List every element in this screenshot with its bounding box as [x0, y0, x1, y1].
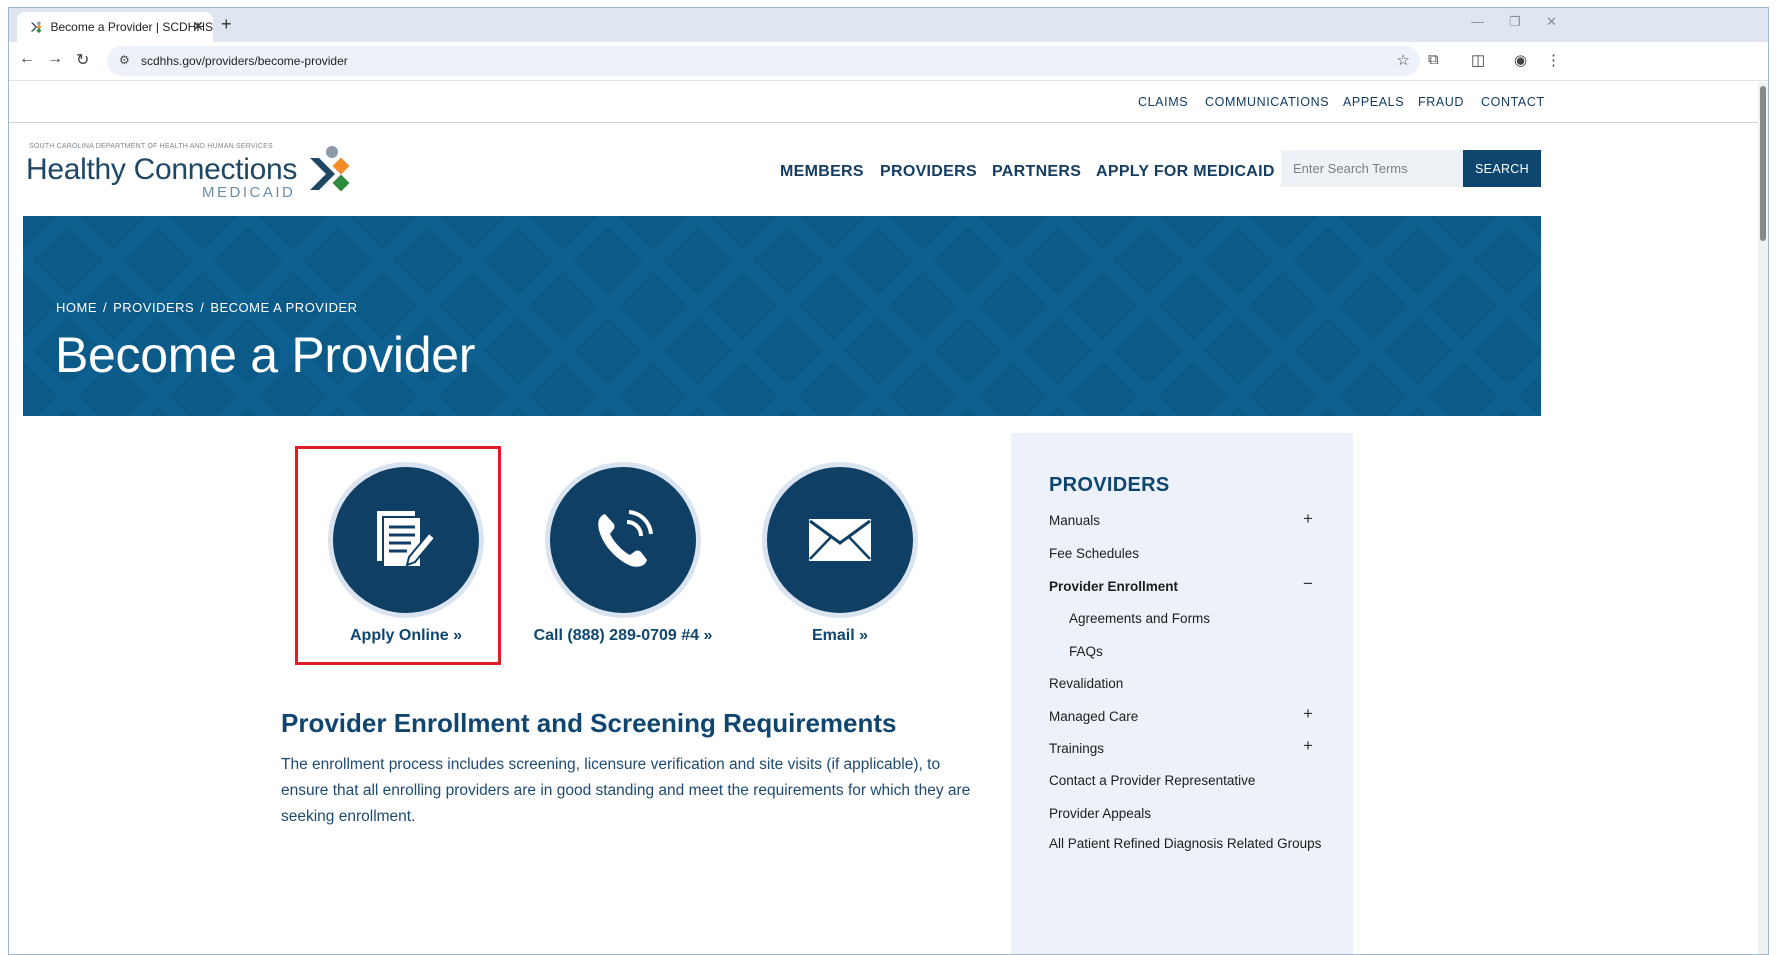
breadcrumb-current: BECOME A PROVIDER [210, 300, 358, 315]
breadcrumb-separator: / [200, 300, 205, 315]
breadcrumb-home[interactable]: HOME [56, 300, 97, 315]
forward-icon[interactable]: → [47, 50, 63, 68]
favicon-icon [30, 21, 42, 34]
tab-title: Become a Provider | SCDHHS [50, 20, 213, 34]
browser-tab[interactable]: Become a Provider | SCDHHS ✕ [17, 12, 213, 42]
utility-nav: CLAIMS COMMUNICATIONS APPEALS FRAUD CONT… [9, 82, 1759, 123]
expand-icon[interactable]: + [1303, 736, 1313, 756]
close-window-icon[interactable]: ✕ [1546, 14, 1557, 30]
page-scrollbar[interactable] [1758, 82, 1768, 954]
site-logo[interactable]: SOUTH CAROLINA DEPARTMENT OF HEALTH AND … [26, 140, 350, 201]
page-title: Become a Provider [55, 327, 476, 383]
logo-medicaid: MEDICAID [202, 184, 296, 201]
envelope-icon [809, 519, 871, 561]
bookmark-star-icon[interactable]: ☆ [1397, 51, 1410, 69]
sidebar-item-provider-appeals[interactable]: Provider Appeals [1049, 806, 1319, 821]
call-action[interactable]: Call (888) 289-0709 #4 » [513, 462, 733, 645]
utility-link-communications[interactable]: COMMUNICATIONS [1205, 95, 1329, 109]
nav-partners[interactable]: PARTNERS [992, 163, 1081, 181]
phone-icon [598, 510, 653, 567]
email-link[interactable]: Email » [730, 627, 950, 645]
breadcrumb-providers[interactable]: PROVIDERS [113, 300, 194, 315]
expand-icon[interactable]: + [1303, 704, 1313, 724]
sidebar-item-provider-enrollment[interactable]: Provider Enrollment [1049, 579, 1319, 594]
call-link[interactable]: Call (888) 289-0709 #4 » [513, 627, 733, 645]
sidebar-item-fee-schedules[interactable]: Fee Schedules [1049, 546, 1319, 561]
sidebar-item-contact-provider-rep[interactable]: Contact a Provider Representative [1049, 773, 1319, 788]
logo-department: SOUTH CAROLINA DEPARTMENT OF HEALTH AND … [29, 143, 273, 150]
back-icon[interactable]: ← [19, 50, 35, 68]
section-paragraph: The enrollment process includes screenin… [281, 756, 971, 825]
reload-icon[interactable]: ↻ [76, 50, 89, 70]
providers-sidebar: PROVIDERS Manuals + Fee Schedules Provid… [1011, 433, 1353, 954]
side-panel-icon[interactable]: ◫ [1471, 51, 1485, 69]
web-page: CLAIMS COMMUNICATIONS APPEALS FRAUD CONT… [9, 82, 1759, 954]
address-bar: ← → ↻ ⚙ scdhhs.gov/providers/become-prov… [9, 42, 1768, 81]
expand-icon[interactable]: + [1303, 509, 1313, 529]
logo-mark-icon [310, 146, 350, 192]
sidebar-item-manuals[interactable]: Manuals [1049, 513, 1319, 528]
utility-link-contact[interactable]: CONTACT [1481, 95, 1545, 109]
utility-link-appeals[interactable]: APPEALS [1343, 95, 1404, 109]
sidebar-item-apr-drg[interactable]: All Patient Refined Diagnosis Related Gr… [1049, 836, 1321, 851]
section-heading: Provider Enrollment and Screening Requir… [281, 708, 897, 738]
menu-icon[interactable]: ⋮ [1546, 51, 1561, 69]
logo-name: Healthy Connections [26, 153, 298, 186]
site-info-icon[interactable]: ⚙ [119, 53, 130, 67]
collapse-icon[interactable]: − [1303, 574, 1313, 594]
sidebar-item-agreements-and-forms[interactable]: Agreements and Forms [1069, 611, 1339, 626]
search-input[interactable] [1281, 150, 1463, 187]
restore-icon[interactable]: ❐ [1509, 14, 1521, 30]
extensions-icon[interactable]: ⧉ [1428, 51, 1439, 68]
call-circle[interactable] [545, 462, 701, 618]
search-button[interactable]: SEARCH [1463, 150, 1541, 187]
highlight-box [295, 446, 501, 665]
scrollbar-thumb[interactable] [1760, 86, 1766, 241]
sidebar-item-faqs[interactable]: FAQs [1069, 644, 1339, 659]
minimize-icon[interactable]: — [1471, 14, 1484, 29]
utility-link-fraud[interactable]: FRAUD [1418, 95, 1464, 109]
sidebar-heading: PROVIDERS [1049, 474, 1170, 496]
utility-link-claims[interactable]: CLAIMS [1138, 95, 1188, 109]
nav-providers[interactable]: PROVIDERS [880, 163, 977, 181]
url-text: scdhhs.gov/providers/become-provider [141, 54, 348, 68]
breadcrumb: HOME / PROVIDERS / BECOME A PROVIDER [56, 300, 358, 315]
nav-apply-for-medicaid[interactable]: APPLY FOR MEDICAID [1096, 163, 1275, 181]
email-circle[interactable] [762, 462, 918, 618]
sidebar-item-trainings[interactable]: Trainings [1049, 741, 1319, 756]
breadcrumb-separator: / [103, 300, 108, 315]
new-tab-icon[interactable]: + [221, 14, 232, 35]
email-action[interactable]: Email » [730, 462, 950, 645]
url-bar[interactable]: ⚙ scdhhs.gov/providers/become-provider ☆ [107, 46, 1420, 76]
close-tab-icon[interactable]: ✕ [192, 18, 204, 35]
browser-window: Become a Provider | SCDHHS ✕ + — ❐ ✕ ← →… [8, 7, 1769, 955]
nav-members[interactable]: MEMBERS [780, 163, 864, 181]
hero-banner: HOME / PROVIDERS / BECOME A PROVIDER Become … [23, 216, 1541, 416]
sidebar-item-revalidation[interactable]: Revalidation [1049, 676, 1319, 691]
hero-pattern [23, 216, 1541, 416]
sidebar-item-managed-care[interactable]: Managed Care [1049, 709, 1319, 724]
profile-icon[interactable]: ◉ [1514, 51, 1527, 69]
tab-bar: Become a Provider | SCDHHS ✕ + — ❐ ✕ [9, 8, 1768, 42]
